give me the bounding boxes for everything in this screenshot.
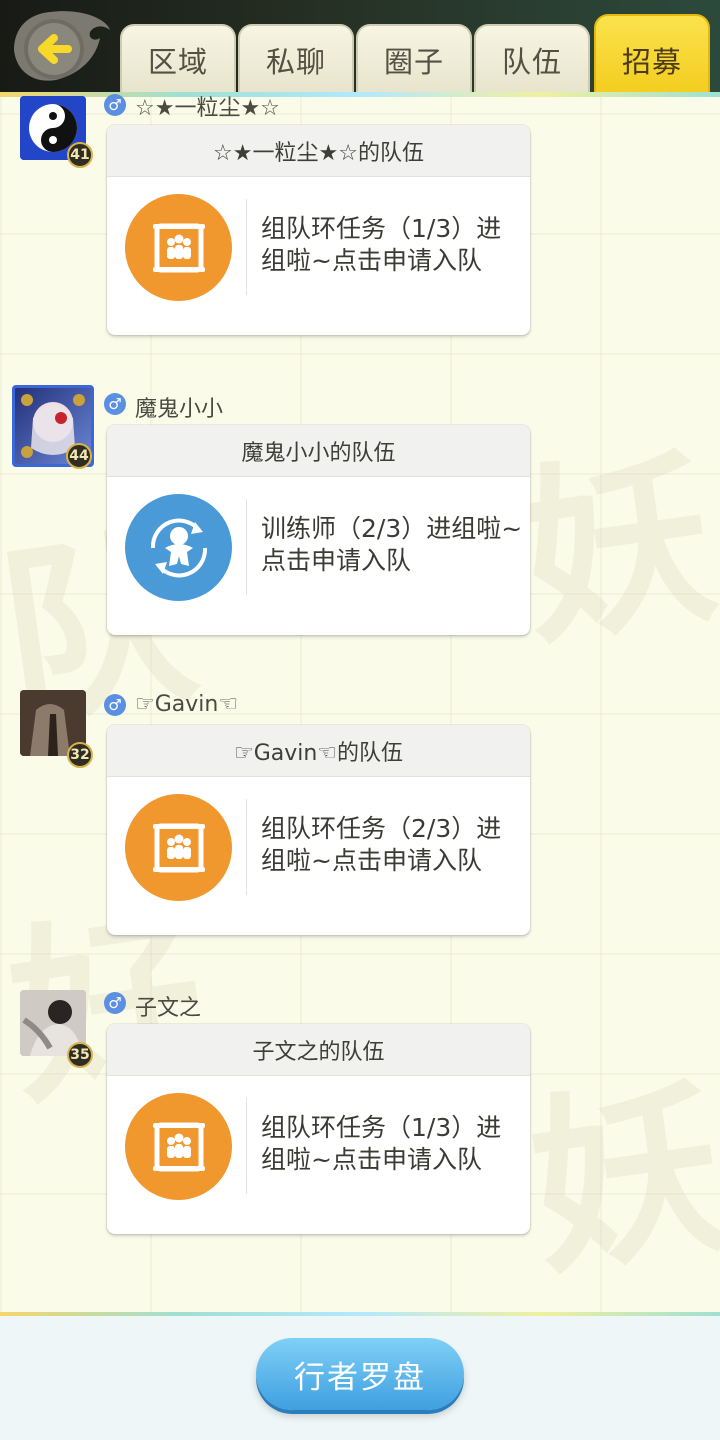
- tab-label: 区域: [147, 45, 208, 79]
- back-arrow-icon: [14, 11, 110, 81]
- recruit-message: 组队环任务（2/3）进组啦~点击申请入队: [261, 814, 502, 875]
- username: ☆★一粒尘★☆: [135, 96, 280, 121]
- card-divider: [246, 499, 247, 595]
- male-icon: ♂: [104, 393, 126, 415]
- compass-button[interactable]: 行者罗盘: [256, 1338, 464, 1410]
- team-card[interactable]: 子文之的队伍 组队环任务（1/3）进组啦~点击申请入队: [107, 1024, 530, 1234]
- back-button[interactable]: [10, 8, 114, 90]
- tab-label: 队伍: [501, 45, 562, 79]
- team-card-title: ☆★一粒尘★☆的队伍: [107, 125, 530, 177]
- team-card-title: 魔鬼小小的队伍: [107, 425, 530, 477]
- tab-recruit[interactable]: 招募: [594, 14, 710, 94]
- top-bar: 区域 私聊 圈子 队伍 招募: [0, 0, 720, 96]
- card-divider: [246, 199, 247, 295]
- recruit-message: 组队环任务（1/3）进组啦~点击申请入队: [261, 214, 502, 275]
- watermark-glyph: 妖: [517, 1054, 720, 1302]
- team-card[interactable]: 魔鬼小小的队伍 训练师（2/3）进组啦~点击申请入队: [107, 425, 530, 635]
- tab-label: 招募: [621, 45, 682, 79]
- level-badge: 44: [66, 443, 92, 469]
- tab-private-chat[interactable]: 私聊: [238, 24, 354, 94]
- recruit-message: 训练师（2/3）进组啦~点击申请入队: [261, 514, 523, 575]
- team-card-title: ☞Gavin☜的队伍: [107, 725, 530, 777]
- trainer-cycle-icon: [125, 494, 232, 601]
- male-icon: ♂: [104, 992, 126, 1014]
- male-icon: ♂: [104, 94, 126, 116]
- compass-button-label: 行者罗盘: [294, 1359, 426, 1396]
- team-scroll-icon: [125, 1093, 232, 1200]
- male-icon: ♂: [104, 694, 126, 716]
- tab-label: 私聊: [265, 45, 326, 79]
- level-badge: 41: [67, 142, 93, 168]
- tab-label: 圈子: [383, 45, 444, 79]
- tab-region[interactable]: 区域: [120, 24, 236, 94]
- username: 子文之: [135, 996, 202, 1021]
- watermark-glyph: 妖: [507, 424, 720, 672]
- team-scroll-icon: [125, 194, 232, 301]
- username: ☞Gavin☜: [135, 692, 239, 717]
- level-badge: 32: [67, 742, 93, 768]
- recruit-message: 组队环任务（1/3）进组啦~点击申请入队: [261, 1113, 502, 1174]
- tab-team[interactable]: 队伍: [474, 24, 590, 94]
- card-divider: [246, 799, 247, 895]
- team-scroll-icon: [125, 794, 232, 901]
- team-card[interactable]: ☞Gavin☜的队伍 组队环任务（2/3）进组啦~点击申请入队: [107, 725, 530, 935]
- team-card-title: 子文之的队伍: [107, 1024, 530, 1076]
- team-card[interactable]: ☆★一粒尘★☆的队伍 组队环任务（1/3）进组啦~点击申请入队: [107, 125, 530, 335]
- username: 魔鬼小小: [135, 397, 224, 422]
- tab-circle[interactable]: 圈子: [356, 24, 472, 94]
- level-badge: 35: [67, 1042, 93, 1068]
- card-divider: [246, 1098, 247, 1194]
